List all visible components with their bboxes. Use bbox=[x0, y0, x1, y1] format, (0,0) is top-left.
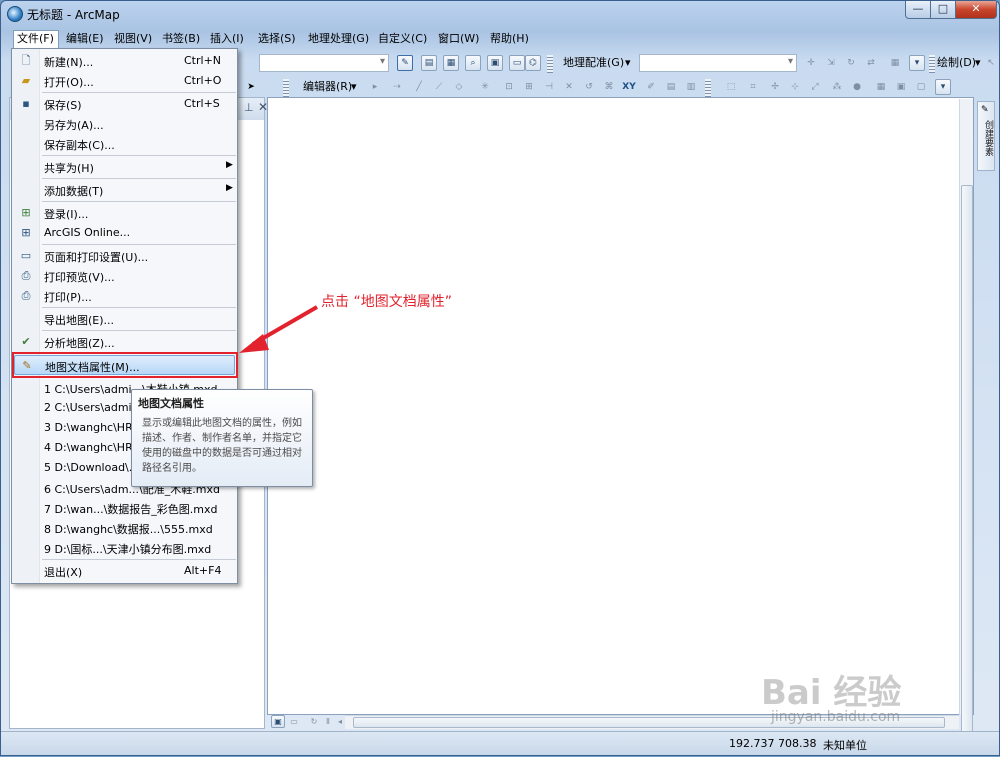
arcmap-window: 无标题 - ArcMap — □ ✕ 文件(F) 编辑(E) 视图(V) 书签(… bbox=[0, 0, 1000, 756]
watermark-url: jingyan.baidu.com bbox=[771, 709, 901, 725]
baidu-watermark: Bai 经验 jingyan.baidu.com bbox=[761, 665, 961, 735]
annotation-arrow-icon bbox=[239, 305, 319, 353]
watermark-logo: Bai 经验 bbox=[761, 673, 902, 713]
annotation-text: 点击 “地图文档属性” bbox=[321, 294, 452, 310]
